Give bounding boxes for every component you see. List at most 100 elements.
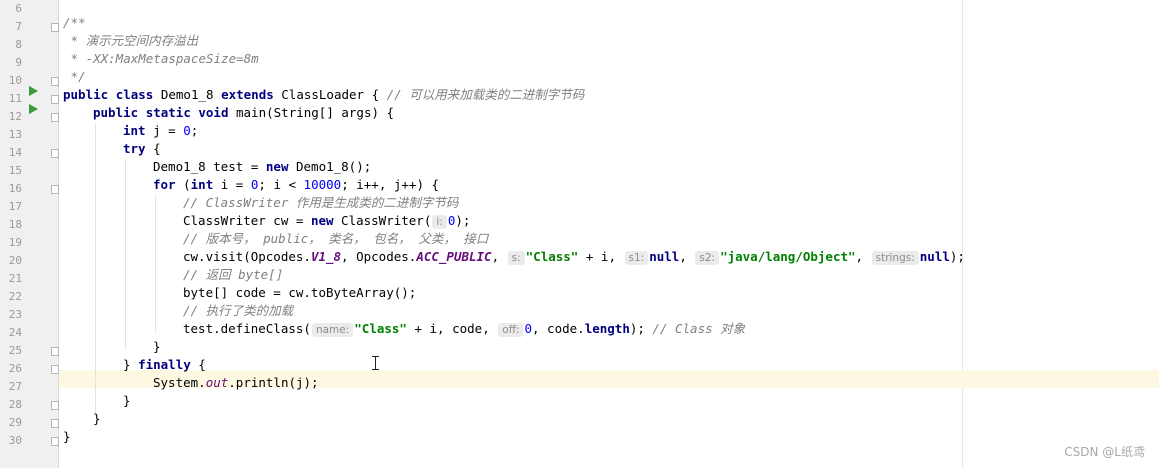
line-number: 28 (8, 398, 22, 411)
line-number: 30 (8, 434, 22, 447)
line-number: 8 (15, 38, 22, 51)
run-main-icon[interactable] (29, 104, 38, 114)
line-number: 12 (8, 110, 22, 123)
line-number: 13 (8, 128, 22, 141)
code-line-16[interactable]: // ClassWriter 作用是生成类的二进制字节码 (183, 194, 458, 212)
code-line-26[interactable]: System.out.println(j); (153, 374, 319, 392)
keyword: int (190, 177, 214, 192)
indent-guide (125, 160, 126, 350)
code-text: Demo1_8 test = (153, 159, 266, 174)
code-line-19[interactable]: cw.visit(Opcodes.V1_8, Opcodes.ACC_PUBLI… (183, 248, 965, 266)
static-field: ACC_PUBLIC (416, 249, 492, 264)
code-text: { (145, 141, 161, 156)
code-text: Demo1_8 (153, 87, 222, 102)
code-text: ClassLoader { (273, 87, 387, 102)
number-literal: 0 (183, 123, 191, 138)
right-margin-guide (962, 0, 963, 468)
fold-marker-icon[interactable] (51, 347, 59, 356)
code-line-17[interactable]: ClassWriter cw = new ClassWriter(i: 0); (183, 212, 470, 230)
code-line-15[interactable]: for (int i = 0; i < 10000; i++, j++) { (153, 176, 439, 194)
line-number: 22 (8, 290, 22, 303)
keyword: extends (221, 87, 274, 102)
keyword: for (153, 177, 176, 192)
code-line-14[interactable]: Demo1_8 test = new Demo1_8(); (153, 158, 371, 176)
keyword: public (93, 105, 139, 120)
code-text: + i, code, (406, 321, 498, 336)
code-line-21[interactable]: byte[] code = cw.toByteArray(); (183, 284, 416, 302)
code-line-7[interactable]: * 演示元空间内存溢出 (63, 32, 199, 50)
code-text: ; (190, 123, 199, 138)
line-number: 25 (8, 344, 22, 357)
parameter-hint: off: (498, 323, 524, 337)
keyword: null (919, 249, 950, 264)
code-text: .println(j); (228, 375, 319, 390)
code-line-6[interactable]: /** (63, 14, 86, 32)
line-number: 20 (8, 254, 22, 267)
line-number: 16 (8, 182, 22, 195)
keyword: void (198, 105, 229, 120)
line-number: 10 (8, 74, 22, 87)
fold-marker-icon[interactable] (51, 437, 59, 446)
fold-marker-icon[interactable] (51, 365, 59, 374)
fold-marker-icon[interactable] (51, 185, 59, 194)
fold-marker-icon[interactable] (51, 77, 59, 86)
run-class-icon[interactable] (29, 86, 38, 96)
code-text: test.defineClass( (183, 321, 311, 336)
code-line-28[interactable]: } (93, 410, 101, 428)
string-literal: "java/lang/Object" (720, 249, 856, 264)
code-comment: // 可以用来加载类的二进制字节码 (386, 87, 585, 102)
code-text: ; i++, j++) { (341, 177, 440, 192)
string-literal: "Class" (354, 321, 407, 336)
code-line-20[interactable]: // 返回 byte[] (183, 266, 283, 284)
static-field: out (205, 375, 229, 390)
fold-marker-icon[interactable] (51, 95, 59, 104)
code-line-25[interactable]: } finally { (123, 356, 206, 374)
line-number: 23 (8, 308, 22, 321)
fold-marker-icon[interactable] (51, 23, 59, 32)
code-line-11[interactable]: public static void main(String[] args) { (93, 104, 394, 122)
code-line-9[interactable]: */ (63, 68, 86, 86)
line-number: 26 (8, 362, 22, 375)
code-line-8[interactable]: * -XX:MaxMetaspaceSize=8m (63, 50, 259, 68)
watermark: CSDN @L纸鸢 (1064, 445, 1145, 459)
code-line-22[interactable]: // 执行了类的加载 (183, 302, 293, 320)
code-line-10[interactable]: public class Demo1_8 extends ClassLoader… (63, 86, 584, 104)
code-line-23[interactable]: test.defineClass(name: "Class" + i, code,… (183, 320, 745, 338)
fold-marker-icon[interactable] (51, 419, 59, 428)
code-text: System. (153, 375, 206, 390)
code-line-24[interactable]: } (153, 338, 161, 356)
fold-marker-icon[interactable] (51, 113, 59, 122)
code-text: } (123, 357, 139, 372)
code-text: main(String[] args) { (228, 105, 395, 120)
code-line-29[interactable]: } (63, 428, 71, 446)
number-literal: 0 (524, 321, 532, 336)
code-text: ); (949, 249, 965, 264)
parameter-hint: s1: (624, 251, 649, 265)
code-text: ClassWriter( (333, 213, 432, 228)
line-number: 18 (8, 218, 22, 231)
code-text: j = (145, 123, 184, 138)
fold-marker-icon[interactable] (51, 149, 59, 158)
fold-marker-icon[interactable] (51, 401, 59, 410)
line-number: 7 (15, 20, 22, 33)
line-number: 9 (15, 56, 22, 69)
code-text: cw.visit(Opcodes. (183, 249, 311, 264)
code-comment: // Class 对象 (652, 321, 746, 336)
number-literal: 10000 (303, 177, 342, 192)
line-number: 17 (8, 200, 22, 213)
parameter-hint: s: (507, 251, 525, 265)
keyword: static (145, 105, 191, 120)
keyword: class (115, 87, 154, 102)
line-number: 6 (15, 2, 22, 15)
code-line-13[interactable]: try { (123, 140, 161, 158)
code-text: i = (213, 177, 251, 192)
code-text: , Opcodes. (341, 249, 417, 264)
keyword: int (123, 123, 146, 138)
code-line-12[interactable]: int j = 0; (123, 122, 198, 140)
indent-guide (95, 124, 96, 416)
code-text: { (190, 357, 206, 372)
code-line-18[interactable]: // 版本号， public， 类名， 包名， 父类， 接口 (183, 230, 488, 248)
code-line-27[interactable]: } (123, 392, 131, 410)
static-field: V1_8 (310, 249, 342, 264)
code-text: Demo1_8(); (288, 159, 372, 174)
